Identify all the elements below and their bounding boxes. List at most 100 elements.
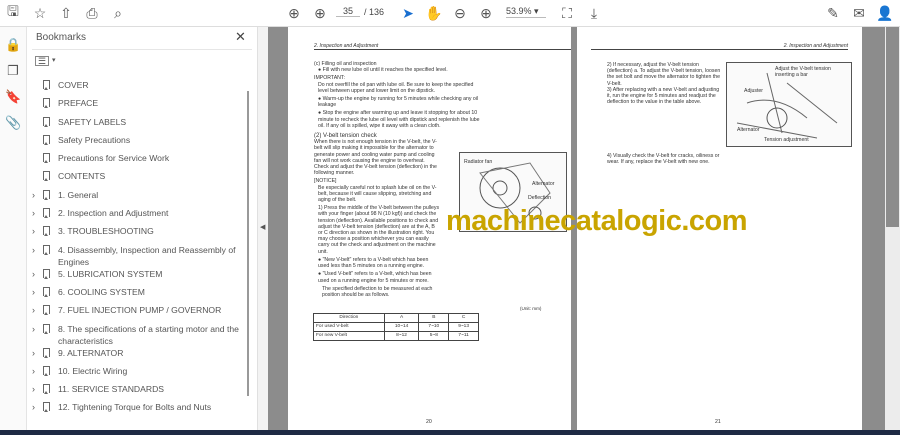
page-number-input[interactable]: 35 [336,6,360,17]
text: 1) Press the middle of the V-belt betwee… [318,205,440,255]
bookmark-label: 2. Inspection and Adjustment [58,208,169,219]
bookmark-item[interactable]: › 9. ALTERNATOR [32,347,247,365]
bookmark-item[interactable]: › 11. SERVICE STANDARDS [32,383,247,401]
chevron-right-icon[interactable]: › [32,225,35,237]
zoom-select[interactable]: 53.9% ▾ [506,6,546,18]
bookmark-item[interactable]: › 8. The specifications of a starting mot… [32,323,247,347]
bookmark-icon [43,134,50,145]
star-icon[interactable]: ☆ [31,4,49,22]
fit-page-icon[interactable]: ⛶ [558,4,576,22]
scroll-mode-icon[interactable]: ⤓ [585,4,603,22]
bookmark-item[interactable]: › 5. LUBRICATION SYSTEM [32,268,247,286]
table-cell: 5~8 [418,331,450,341]
chevron-right-icon[interactable]: › [32,347,35,359]
save-icon[interactable]: 🖫 [4,3,22,22]
chevron-right-icon[interactable]: › [32,268,35,280]
figure-label: Adjuster [744,88,764,94]
email-icon[interactable]: ✉ [850,4,868,22]
bookmark-item[interactable]: COVER [32,79,247,97]
chevron-right-icon[interactable]: › [32,286,35,298]
text: When there is not enough tension in the … [314,139,437,177]
chevron-right-icon[interactable]: › [32,365,35,377]
chevron-right-icon[interactable]: › [32,383,35,395]
bookmark-label: 3. TROUBLESHOOTING [58,226,154,237]
panel-scrollbar[interactable] [247,91,249,396]
attachment-icon[interactable]: 📎 [5,115,21,131]
bookmarks-icon[interactable]: 🔖 [5,89,21,105]
chevron-right-icon[interactable]: › [32,244,35,256]
bookmark-item[interactable]: › 3. TROUBLESHOOTING [32,225,247,243]
chevron-down-icon[interactable]: ▾ [52,56,56,64]
bookmark-item[interactable]: SAFETY LABELS [32,116,247,134]
figure-label: Adjust the V-belt tension inserting a ba… [775,66,831,79]
zoom-value: 53.9% [506,6,532,16]
bookmark-label: 9. ALTERNATOR [58,347,124,358]
options-icon[interactable]: ☰ [35,56,50,66]
bookmark-item[interactable]: › 6. COOLING SYSTEM [32,286,247,304]
bookmark-icon [43,208,50,219]
table-row: For used V-belt 10~14 7~10 9~13 [313,322,479,332]
step-3: 3) After replacing with a new V-belt and… [607,87,720,106]
text: The specified deflection to be measured … [322,285,433,298]
next-page-button[interactable]: ⊕ [311,4,329,22]
text: ● "New V-belt" refers to a V-belt which … [318,256,429,270]
table-cell: Direction [313,313,385,323]
previous-page-button[interactable]: ⊕ [285,4,303,22]
bookmark-item[interactable]: CONTENTS [32,170,247,188]
bookmark-item[interactable]: › 1. General [32,189,247,207]
bookmark-icon [43,189,50,200]
table-cell: 10~14 [383,322,420,332]
collapse-arrow-icon: ◀ [260,224,266,231]
bookmark-icon [43,226,50,237]
tension-adjustment-figure: Adjust the V-belt tension inserting a ba… [726,62,852,147]
chevron-right-icon[interactable]: › [32,323,35,335]
zoom-in-icon[interactable]: ⊕ [477,4,495,22]
select-tool-icon[interactable]: ➤ [399,4,417,22]
bookmark-icon [43,347,50,358]
bookmark-item[interactable]: › 2. Inspection and Adjustment [32,207,247,225]
lock-icon[interactable]: 🔒 [5,37,21,53]
pages-icon[interactable]: ❐ [5,63,21,79]
zoom-out-icon[interactable]: ⊖ [451,4,469,22]
bookmark-item[interactable]: Safety Precautions [32,134,247,152]
bookmark-label: SAFETY LABELS [58,116,127,127]
toolbar: 🖫 ☆ ⇧ ⎙ ⌕ ⊕ ⊕ 35 / 136 ➤ ✋ ⊖ ⊕ 53.9% ▾ ⛶… [0,0,900,27]
watermark: machinecatalogic.com [446,205,748,237]
bookmark-label: PREFACE [58,98,99,109]
taskbar-strip [0,430,900,435]
figure-label: Tension adjustment [764,137,809,143]
table-cell: C [448,313,479,323]
figure-label: Alternator [737,127,760,133]
print-icon[interactable]: ⎙ [83,4,101,22]
chevron-right-icon[interactable]: › [32,189,35,201]
chevron-right-icon[interactable]: › [32,401,35,413]
chevron-right-icon[interactable]: › [32,304,35,316]
table-row: For new V-belt 8~12 5~8 7~11 [313,331,479,341]
page-header: 2. Inspection and Adjustment [314,43,571,51]
chevron-right-icon[interactable]: › [32,207,35,219]
bookmark-item[interactable]: PREFACE [32,97,247,115]
bookmark-item[interactable]: › 10. Electric Wiring [32,365,247,383]
bookmark-label: 4. Disassembly, Inspection and Reassembl… [58,244,236,267]
hand-tool-icon[interactable]: ✋ [425,4,443,22]
document-scrollbar[interactable] [885,27,900,430]
bookmarks-title: Bookmarks [36,32,87,43]
bookmark-label: 8. The specifications of a starting moto… [58,323,239,346]
search-icon[interactable]: ⌕ [109,4,127,22]
table-cell: 9~13 [448,322,479,332]
bookmark-label: 5. LUBRICATION SYSTEM [58,268,163,279]
account-icon[interactable]: 👤 [876,4,894,22]
close-icon[interactable]: ✕ [235,29,246,45]
figure-label: Alternator [532,181,555,187]
text: ● Stop the engine after warming up and l… [318,110,480,129]
bookmark-item[interactable]: Precautions for Service Work [32,152,247,170]
page-number: 21 [715,419,721,425]
bookmark-item[interactable]: › 7. FUEL INJECTION PUMP / GOVERNOR [32,304,247,322]
panel-collapse-handle[interactable]: ◀ [258,27,268,430]
upload-icon[interactable]: ⇧ [57,4,75,22]
bookmark-icon [43,323,50,334]
bookmark-item[interactable]: › 4. Disassembly, Inspection and Reassemb… [32,244,247,268]
sign-icon[interactable]: ✎ [824,4,842,22]
bookmark-item[interactable]: › 12. Tightening Torque for Bolts and Nut… [32,401,247,419]
scrollbar-thumb[interactable] [886,27,899,227]
